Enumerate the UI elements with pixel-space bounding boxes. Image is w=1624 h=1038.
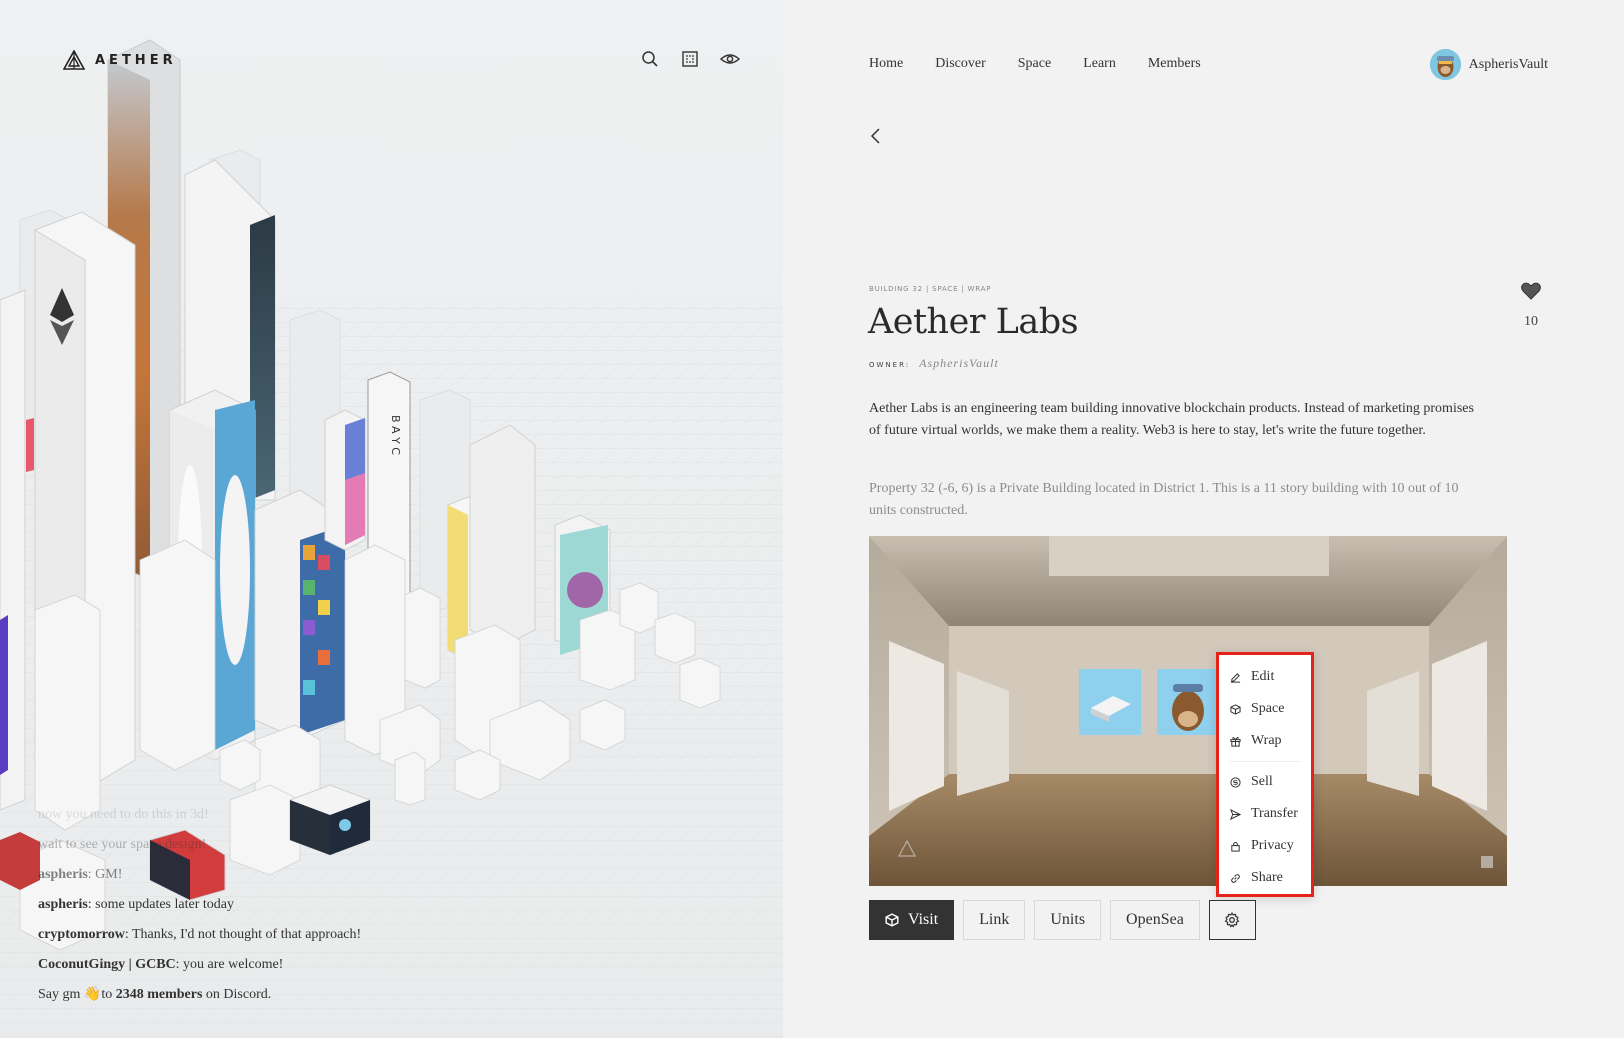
cube-icon xyxy=(885,913,899,927)
search-icon xyxy=(642,51,658,67)
back-button[interactable] xyxy=(866,126,886,146)
owner-label: OWNER: xyxy=(869,361,911,369)
svg-text:B A Y C: B A Y C xyxy=(389,415,402,455)
link-icon xyxy=(1231,873,1240,883)
grid-icon xyxy=(682,51,698,67)
lock-icon xyxy=(1231,841,1240,852)
property-meta: BUILDING 32 | SPACE | WRAP xyxy=(869,285,992,293)
wave-emoji-icon: 👋 xyxy=(83,987,102,1002)
chat-line: aspheris: GM! xyxy=(38,867,123,882)
member-count: 2348 members xyxy=(115,987,203,1002)
like-count: 10 xyxy=(1524,314,1538,329)
like-button[interactable]: 10 xyxy=(1516,282,1546,330)
property-panel: Home Discover Space Learn Members Aspher… xyxy=(783,0,1624,1038)
nav-members[interactable]: Members xyxy=(1148,56,1201,72)
chat-line: CoconutGingy | GCBC: you are welcome! xyxy=(38,957,284,972)
chat-line: now you need to do this in 3d! xyxy=(38,807,209,822)
nav-discover[interactable]: Discover xyxy=(935,56,986,72)
owner-line: OWNER: AspherisVault xyxy=(869,356,999,371)
username: AspherisVault xyxy=(1468,56,1548,72)
send-icon xyxy=(1230,808,1241,820)
menu-item-sell[interactable]: Sell xyxy=(1219,766,1311,798)
currency-icon xyxy=(1230,776,1241,788)
aether-logo-icon xyxy=(63,50,85,70)
units-button[interactable]: Units xyxy=(1034,900,1102,940)
chat-line: wait to see your space design! xyxy=(38,837,207,852)
link-button[interactable]: Link xyxy=(963,900,1026,940)
chevron-left-icon xyxy=(870,128,880,144)
nav-learn[interactable]: Learn xyxy=(1083,56,1116,72)
menu-item-wrap[interactable]: Wrap xyxy=(1219,725,1311,757)
ape-avatar-icon xyxy=(1429,49,1461,80)
menu-item-transfer[interactable]: Transfer xyxy=(1219,798,1311,830)
gear-icon xyxy=(1225,912,1240,928)
nav-space[interactable]: Space xyxy=(1018,56,1051,72)
menu-item-edit[interactable]: Edit xyxy=(1219,661,1311,693)
property-description: Aether Labs is an engineering team build… xyxy=(869,401,1474,438)
heart-icon xyxy=(1521,282,1541,300)
map-toolbar xyxy=(640,49,740,69)
pencil-icon xyxy=(1230,672,1241,683)
brand-name: AETHER xyxy=(95,52,177,68)
eye-icon xyxy=(720,54,740,64)
aether-logo[interactable]: AETHER xyxy=(63,50,177,70)
chat-line: cryptomorrow: Thanks, I'd not thought of… xyxy=(38,927,362,942)
avatar xyxy=(1429,49,1461,80)
settings-dropdown-menu: Edit Space Wrap Sell Transfer Privacy Sh… xyxy=(1216,652,1314,897)
chat-line: aspheris: some updates later today xyxy=(38,897,234,912)
gift-icon xyxy=(1230,736,1241,747)
menu-item-share[interactable]: Share xyxy=(1219,862,1311,894)
nav-home[interactable]: Home xyxy=(869,56,903,72)
discord-cta[interactable]: Say gm 👋to 2348 members on Discord. xyxy=(38,980,498,1010)
search-button[interactable] xyxy=(640,49,660,69)
property-details: Property 32 (-6, 6) is a Private Buildin… xyxy=(869,481,1459,518)
page-title: Aether Labs xyxy=(868,302,1079,342)
main-nav: Home Discover Space Learn Members xyxy=(869,56,1201,72)
settings-button[interactable] xyxy=(1208,900,1256,940)
opensea-button[interactable]: OpenSea xyxy=(1110,900,1200,940)
visit-button[interactable]: Visit xyxy=(869,900,955,940)
discord-chat-feed: now you need to do this in 3d! wait to s… xyxy=(38,800,498,1010)
view-toggle-button[interactable] xyxy=(720,49,740,69)
owner-name[interactable]: AspherisVault xyxy=(919,356,999,370)
menu-divider xyxy=(1229,761,1301,762)
action-bar: Visit Link Units OpenSea xyxy=(869,900,1256,940)
space-preview-image xyxy=(869,536,1507,886)
cube-icon xyxy=(1230,703,1241,715)
user-menu[interactable]: AspherisVault xyxy=(1429,49,1548,80)
city-map-panel[interactable]: B A Y C AETHER now you need to do this i… xyxy=(0,0,783,1038)
menu-item-space[interactable]: Space xyxy=(1219,693,1311,725)
grid-view-button[interactable] xyxy=(680,49,700,69)
menu-item-privacy[interactable]: Privacy xyxy=(1219,830,1311,862)
